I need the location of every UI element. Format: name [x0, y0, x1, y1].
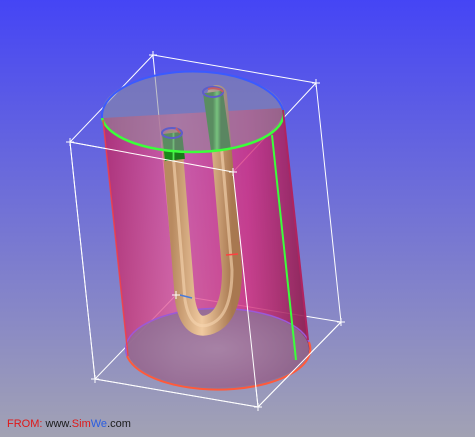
watermark-com: .com — [107, 418, 131, 430]
watermark-www: www. — [42, 418, 72, 430]
watermark-sim: Sim — [71, 418, 91, 430]
scene-canvas[interactable] — [0, 0, 475, 437]
pipe-weld-marker — [225, 253, 239, 256]
watermark-we: We — [90, 418, 108, 430]
source-watermark: FROM: www.SimWe.com — [7, 418, 131, 430]
watermark-prefix: FROM: — [7, 418, 43, 430]
3d-viewport[interactable]: FROM: www.SimWe.com — [0, 0, 475, 437]
